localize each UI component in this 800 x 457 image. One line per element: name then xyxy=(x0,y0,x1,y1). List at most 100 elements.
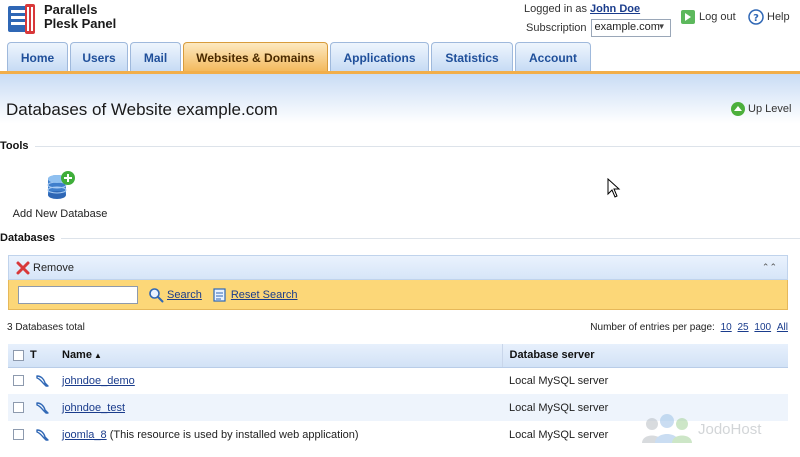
tab-label: Applications xyxy=(343,50,416,65)
collapse-icon[interactable]: ⌃⌃ xyxy=(762,262,777,273)
search-label: Search xyxy=(167,288,202,301)
database-name-link[interactable]: joomla_8 xyxy=(62,429,107,441)
row-checkbox-cell xyxy=(8,367,30,394)
tools-heading: Tools xyxy=(0,140,800,152)
tab-label: Account xyxy=(529,50,577,65)
database-name-link[interactable]: johndoe_test xyxy=(62,402,125,414)
add-database-icon xyxy=(47,171,75,199)
watermark-text: JodoHost xyxy=(698,420,762,438)
tab-users[interactable]: Users xyxy=(70,42,128,72)
sort-ascending-icon: ▲ xyxy=(93,351,102,361)
up-level-link[interactable]: Up Level xyxy=(730,101,791,117)
tab-label: Home xyxy=(20,50,55,65)
help-icon: ? xyxy=(748,9,764,25)
search-bar: Search Reset Search xyxy=(8,280,788,310)
row-name-cell: joomla_8 (This resource is used by insta… xyxy=(56,421,502,448)
tab-label: Users xyxy=(82,50,116,65)
subscription-label: Subscription xyxy=(526,22,587,34)
up-level-label: Up Level xyxy=(748,103,792,115)
logged-in-label: Logged in as xyxy=(524,3,587,15)
tab-applications[interactable]: Applications xyxy=(330,42,429,72)
name-column-label: Name xyxy=(62,349,92,362)
name-column-header[interactable]: Name ▲ xyxy=(56,344,502,368)
row-type-cell xyxy=(30,421,56,448)
tab-label: Websites & Domains xyxy=(196,50,315,65)
add-new-database-button[interactable]: Add New Database xyxy=(10,170,110,220)
tab-statistics[interactable]: Statistics xyxy=(431,42,513,72)
tab-websites-domains[interactable]: Websites & Domains xyxy=(183,42,328,72)
search-icon xyxy=(149,287,164,302)
databases-total: 3 Databases total xyxy=(7,322,85,333)
up-level-icon xyxy=(731,102,745,116)
per-page-label: Number of entries per page: xyxy=(590,322,715,333)
help-label: Help xyxy=(767,11,790,23)
row-checkbox[interactable] xyxy=(13,402,24,414)
row-checkbox-cell xyxy=(8,394,30,421)
search-input[interactable] xyxy=(18,285,138,304)
table-header-row: T Name ▲ Database server xyxy=(8,344,788,368)
per-page-all[interactable]: All xyxy=(777,322,788,333)
row-checkbox[interactable] xyxy=(13,375,24,387)
section-divider xyxy=(61,237,800,239)
row-type-cell xyxy=(30,394,56,421)
subscription-value: example.com xyxy=(594,21,660,33)
entries-per-page: Number of entries per page: 10 25 100 Al… xyxy=(590,322,788,333)
header: Parallels Plesk Panel Logged in as John D… xyxy=(0,0,800,42)
section-divider xyxy=(34,145,800,147)
tab-label: Mail xyxy=(143,50,168,65)
row-server-cell: Local MySQL server xyxy=(509,374,609,387)
page-title: Databases of Website example.com xyxy=(6,100,278,119)
tools-heading-text: Tools xyxy=(0,140,29,152)
mysql-dolphin-icon xyxy=(36,428,49,441)
tab-account[interactable]: Account xyxy=(515,42,591,72)
per-page-100[interactable]: 100 xyxy=(754,322,771,333)
people-watermark-icon xyxy=(642,414,692,443)
plesk-logo-icon xyxy=(8,4,35,34)
database-note: (This resource is used by installed web … xyxy=(109,428,359,441)
brand-name: Parallels Plesk Panel xyxy=(44,3,116,31)
per-page-10[interactable]: 10 xyxy=(721,322,732,333)
remove-label: Remove xyxy=(33,261,74,274)
per-page-25[interactable]: 25 xyxy=(738,322,749,333)
chevron-down-icon: ▼ xyxy=(657,22,666,31)
server-column-header: Database server xyxy=(501,344,788,368)
select-all-cell xyxy=(8,344,30,368)
main-tabs: Home Users Mail Websites & Domains Appli… xyxy=(0,42,800,72)
reset-search-label: Reset Search xyxy=(230,288,298,301)
database-name-link[interactable]: johndoe_demo xyxy=(62,375,135,387)
type-column-header: T xyxy=(30,344,56,368)
row-checkbox[interactable] xyxy=(13,429,24,441)
mysql-dolphin-icon xyxy=(36,401,49,414)
logout-link[interactable]: Log out xyxy=(680,9,736,25)
table-row: johndoe_demo Local MySQL server xyxy=(8,367,788,394)
tab-mail[interactable]: Mail xyxy=(130,42,181,72)
subscription-row: Subscription example.com ▼ xyxy=(526,19,671,37)
subscription-select[interactable]: example.com ▼ xyxy=(590,19,671,37)
logout-icon xyxy=(681,10,695,24)
reset-search-icon xyxy=(213,287,226,302)
remove-icon xyxy=(16,261,30,274)
svg-text:?: ? xyxy=(753,13,759,24)
mysql-dolphin-icon xyxy=(36,375,49,387)
add-database-label: Add New Database xyxy=(12,208,108,220)
login-info: Logged in as John Doe xyxy=(524,3,640,15)
list-toolbar: Remove ⌃⌃ xyxy=(8,255,788,280)
remove-button[interactable]: Remove xyxy=(15,260,74,276)
row-name-cell: johndoe_demo xyxy=(56,367,502,394)
brand-line-1: Parallels xyxy=(44,2,98,17)
search-button[interactable]: Search xyxy=(148,287,202,303)
row-name-cell: johndoe_test xyxy=(56,394,502,421)
reset-search-button[interactable]: Reset Search xyxy=(212,287,298,303)
select-all-checkbox[interactable] xyxy=(13,349,24,361)
databases-heading-text: Databases xyxy=(0,232,56,244)
row-type-cell xyxy=(30,367,56,394)
tab-home[interactable]: Home xyxy=(7,42,68,72)
help-link[interactable]: ? Help xyxy=(748,9,790,25)
tab-label: Statistics xyxy=(445,50,499,65)
brand-line-2: Plesk Panel xyxy=(44,16,117,31)
row-checkbox-cell xyxy=(8,421,30,448)
user-name-link[interactable]: John Doe xyxy=(590,3,640,15)
databases-heading: Databases xyxy=(0,232,800,244)
mouse-cursor-icon xyxy=(607,178,621,198)
logout-label: Log out xyxy=(699,11,736,23)
